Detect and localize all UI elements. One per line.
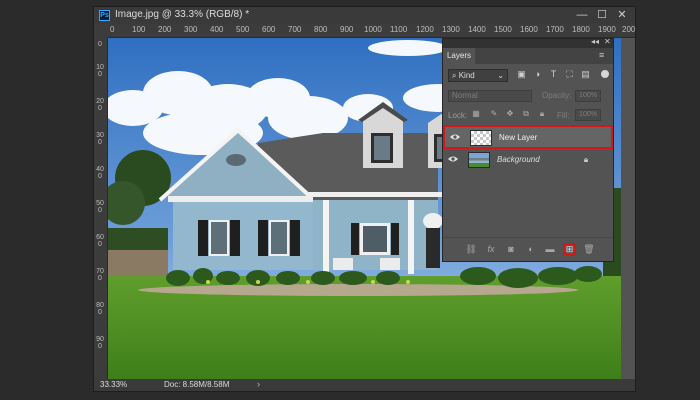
blend-mode-select[interactable]: Normal: [448, 90, 532, 102]
close-panel-icon[interactable]: ✕: [604, 37, 611, 46]
ruler-label: 700: [96, 268, 104, 282]
ruler-label: 2000: [622, 25, 635, 34]
ruler-label: 800: [314, 25, 328, 34]
ruler-label: 100: [96, 64, 104, 78]
new-layer-icon[interactable]: ⊞: [563, 243, 576, 256]
ruler-label: 1400: [468, 25, 486, 34]
zoom-level[interactable]: 33.33%: [100, 380, 127, 389]
lock-position-icon[interactable]: ✥: [505, 109, 515, 119]
ruler-label: 400: [96, 166, 104, 180]
ruler-label: 1900: [598, 25, 616, 34]
ruler-label: 1700: [546, 25, 564, 34]
ruler-label: 1600: [520, 25, 538, 34]
restore-button[interactable]: ☐: [592, 7, 612, 24]
vertical-ruler[interactable]: 0 100 200 300 400 500 600 700 800 900: [94, 38, 108, 379]
ruler-label: 600: [96, 234, 104, 248]
chevron-down-icon: ⌄: [497, 71, 504, 80]
fill-label: Fill:: [557, 111, 570, 120]
ruler-label: 0: [98, 41, 102, 48]
document-size: Doc: 8.58M/8.58M: [164, 380, 230, 389]
panel-tabbar: Layers ≡: [443, 48, 613, 64]
ruler-label: 500: [236, 25, 250, 34]
lock-all-icon[interactable]: 🔒︎: [537, 109, 547, 119]
pixel-filter-icon[interactable]: ▣: [516, 69, 527, 80]
collapse-panel-icon[interactable]: ◂◂: [591, 37, 599, 46]
document-title: Image.jpg @ 33.3% (RGB/8) *: [115, 9, 250, 20]
ruler-label: 200: [158, 25, 172, 34]
ruler-label: 1100: [390, 25, 408, 34]
layer-thumbnail: [470, 130, 492, 146]
opacity-input[interactable]: 100%: [575, 90, 601, 102]
ruler-label: 800: [96, 302, 104, 316]
lock-icon[interactable]: 🔒︎: [581, 155, 591, 165]
document-titlebar[interactable]: Ps Image.jpg @ 33.3% (RGB/8) * — ☐ ✕: [94, 7, 635, 24]
layers-panel-footer: ⛓ fx ◙ ◐ ▬ ⊞ 🗑︎: [443, 237, 613, 261]
ruler-label: 400: [210, 25, 224, 34]
smart-object-filter-icon[interactable]: ▤: [580, 69, 591, 80]
ruler-label: 200: [96, 98, 104, 112]
ruler-label: 1300: [442, 25, 460, 34]
photoshop-icon: Ps: [99, 10, 110, 21]
ruler-label: 700: [288, 25, 302, 34]
ruler-label: 900: [340, 25, 354, 34]
ruler-label: 600: [262, 25, 276, 34]
adjustment-layer-icon[interactable]: ◐: [525, 243, 537, 255]
ruler-label: 1500: [494, 25, 512, 34]
layer-row-background[interactable]: Background 🔒︎: [443, 149, 613, 173]
ruler-label: 900: [96, 336, 104, 350]
lock-artboard-icon[interactable]: ⧉: [521, 109, 531, 119]
close-button[interactable]: ✕: [612, 7, 632, 24]
filter-toggle[interactable]: [601, 70, 609, 78]
link-layers-icon[interactable]: ⛓: [465, 243, 477, 255]
filter-kind-select[interactable]: ⌕ Kind ⌄: [448, 69, 508, 82]
lock-image-pixels-icon[interactable]: ✎: [489, 109, 499, 119]
visibility-eye-icon[interactable]: [448, 155, 458, 163]
lock-transparent-pixels-icon[interactable]: ▦: [471, 109, 481, 119]
filter-kind-value: Kind: [458, 71, 475, 80]
minimize-button[interactable]: —: [572, 7, 592, 24]
ruler-label: 100: [132, 25, 146, 34]
panel-header[interactable]: ◂◂ ✕: [443, 37, 613, 48]
opacity-label: Opacity:: [542, 91, 572, 100]
status-bar: 33.33% Doc: 8.58M/8.58M ›: [94, 379, 635, 391]
ruler-label: 300: [184, 25, 198, 34]
layer-name[interactable]: Background: [497, 155, 540, 164]
ruler-label: 300: [96, 132, 104, 146]
ruler-label: 1000: [364, 25, 382, 34]
delete-layer-icon[interactable]: 🗑︎: [583, 243, 595, 255]
layer-name[interactable]: New Layer: [499, 133, 537, 142]
ruler-corner[interactable]: [94, 24, 108, 38]
ruler-label: 1200: [416, 25, 434, 34]
horizontal-ruler[interactable]: 0 100 200 300 400 500 600 700 800 900 10…: [108, 24, 635, 38]
tab-layers[interactable]: Layers: [443, 48, 475, 64]
fx-icon[interactable]: fx: [485, 243, 497, 255]
type-filter-icon[interactable]: T: [548, 69, 559, 80]
visibility-eye-icon[interactable]: [450, 133, 460, 141]
layer-row-new-layer[interactable]: New Layer: [443, 125, 613, 149]
lock-label: Lock:: [448, 111, 468, 120]
ruler-label: 500: [96, 200, 104, 214]
ruler-label: 0: [110, 25, 115, 34]
shape-filter-icon[interactable]: ⛶: [564, 69, 575, 80]
new-group-icon[interactable]: ▬: [544, 243, 556, 255]
panel-menu-icon[interactable]: ≡: [599, 51, 608, 60]
status-menu-arrow-icon[interactable]: ›: [257, 379, 260, 389]
layers-panel: ◂◂ ✕ Layers ≡ ⌕ Kind ⌄ ▣ ◑ T ⛶ ▤ Normal O…: [442, 37, 614, 262]
adjustment-filter-icon[interactable]: ◑: [532, 69, 543, 80]
add-mask-icon[interactable]: ◙: [505, 243, 517, 255]
search-icon: ⌕: [452, 71, 459, 80]
layer-thumbnail: [468, 152, 490, 168]
fill-input[interactable]: 100%: [575, 109, 601, 121]
ruler-label: 1800: [572, 25, 590, 34]
